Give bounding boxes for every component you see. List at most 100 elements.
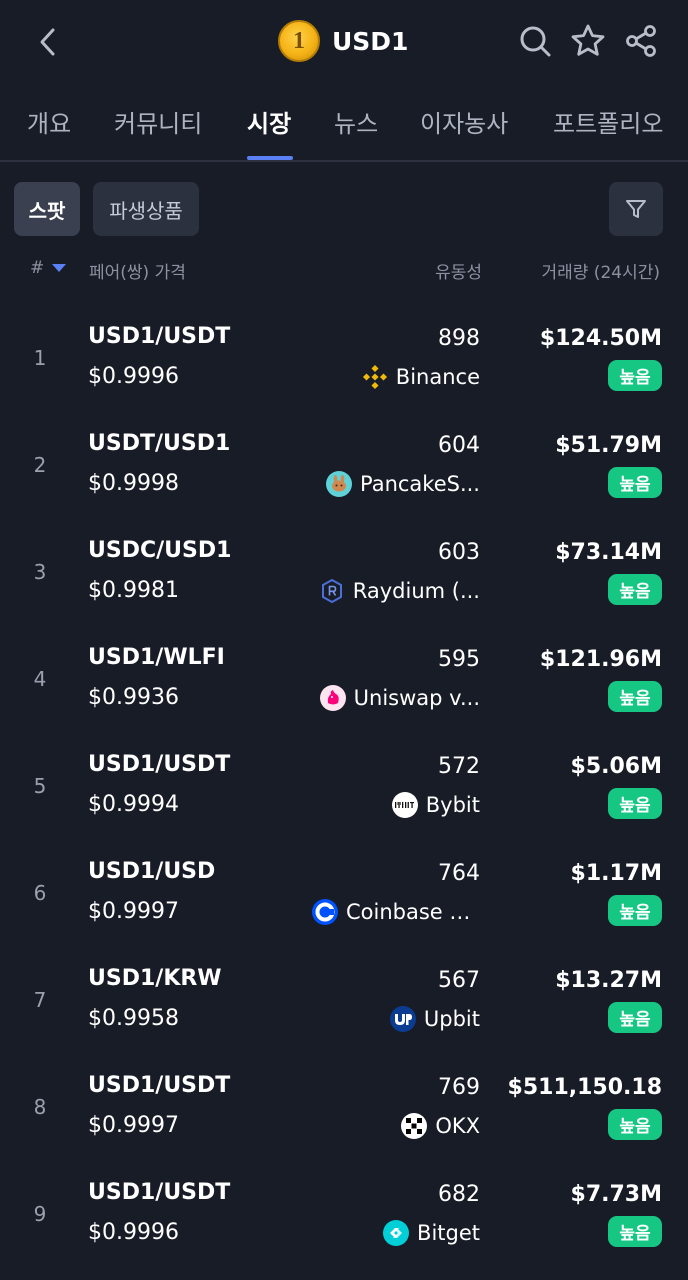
volume-column-header[interactable]: 거래량 (24시간) — [541, 258, 660, 283]
rank-column-header[interactable]: # — [30, 258, 67, 278]
row-exchange: Bitget — [383, 1218, 480, 1248]
market-row[interactable]: 6 USD1/USD $0.9997 764 Coinbase E... $1.… — [0, 841, 688, 948]
row-price: $0.9998 — [88, 471, 179, 496]
row-exchange: PancakeS... — [325, 469, 480, 499]
share-button[interactable] — [621, 20, 661, 62]
top-bar: 1 USD1 — [0, 0, 688, 84]
exchange-name: Bybit — [425, 793, 480, 817]
status-badge: 높음 — [608, 895, 662, 926]
page-title: USD1 — [332, 26, 409, 56]
derivatives-filter-chip[interactable]: 파생상품 — [93, 182, 199, 236]
status-badge: 높음 — [608, 360, 662, 391]
tab-portfolio[interactable]: 포트폴리오 — [553, 104, 663, 139]
market-row[interactable]: 4 USD1/WLFI $0.9936 595 Uniswap v... $12… — [0, 627, 688, 734]
row-exchange: Coinbase E... — [312, 897, 480, 927]
row-liquidity: 604 — [438, 433, 480, 458]
tab-markets[interactable]: 시장 — [247, 104, 291, 139]
liquidity-column-header[interactable]: 유동성 — [435, 258, 482, 283]
tab-yield-farming[interactable]: 이자농사 — [420, 104, 508, 139]
row-liquidity: 572 — [438, 754, 480, 779]
rank-header-label: # — [30, 258, 45, 278]
spot-filter-chip[interactable]: 스팟 — [14, 182, 80, 236]
row-pair: USDC/USD1 — [88, 538, 232, 563]
row-volume: $5.06M — [570, 754, 662, 779]
row-pair: USD1/USDT — [88, 324, 231, 349]
row-rank: 8 — [33, 1095, 47, 1119]
row-liquidity: 682 — [438, 1182, 480, 1207]
market-row[interactable]: 8 USD1/USDT $0.9997 769 OKX $511,150.18 … — [0, 1055, 688, 1162]
filter-button[interactable] — [609, 182, 663, 236]
status-badge: 높음 — [608, 1216, 662, 1247]
row-rank: 9 — [33, 1202, 47, 1226]
row-price: $0.9996 — [88, 364, 179, 389]
row-pair: USD1/USD — [88, 859, 216, 884]
coin-logo-symbol: 1 — [293, 27, 305, 54]
row-liquidity: 567 — [438, 968, 480, 993]
row-rank: 5 — [33, 774, 47, 798]
tab-community[interactable]: 커뮤니티 — [114, 104, 202, 139]
tab-overview[interactable]: 개요 — [27, 104, 71, 139]
bybit-icon — [391, 792, 418, 818]
row-rank: 7 — [33, 988, 47, 1012]
row-rank: 1 — [33, 346, 47, 370]
market-row[interactable]: 3 USDC/USD1 $0.9981 603 Raydium (... $73… — [0, 520, 688, 627]
row-volume: $124.50M — [539, 326, 662, 351]
tab-news[interactable]: 뉴스 — [334, 104, 378, 139]
favorite-button[interactable] — [568, 20, 608, 62]
coin-logo: 1 — [278, 20, 320, 62]
status-badge: 높음 — [608, 681, 662, 712]
binance-icon — [362, 364, 388, 390]
row-liquidity: 769 — [438, 1075, 480, 1100]
row-pair: USD1/USDT — [88, 752, 231, 777]
row-exchange: Upbit — [389, 1004, 480, 1034]
tab-bar: 개요 커뮤니티 시장 뉴스 이자농사 포트폴리오 — [0, 90, 688, 162]
uniswap-icon — [319, 685, 346, 711]
status-badge: 높음 — [608, 1109, 662, 1140]
back-button[interactable] — [28, 22, 68, 62]
row-exchange: Raydium (... — [319, 576, 480, 606]
row-exchange: Binance — [362, 362, 480, 392]
exchange-name: OKX — [435, 1114, 480, 1138]
row-liquidity: 595 — [438, 647, 480, 672]
row-rank: 4 — [33, 667, 47, 691]
row-exchange: Bybit — [391, 790, 480, 820]
search-button[interactable] — [515, 20, 555, 62]
market-row[interactable]: 9 USD1/USDT $0.9996 682 Bitget $7.73M 높음 — [0, 1162, 688, 1269]
row-exchange: OKX — [401, 1111, 480, 1141]
row-price: $0.9936 — [88, 685, 179, 710]
row-pair: USD1/WLFI — [88, 645, 225, 670]
status-badge: 높음 — [608, 574, 662, 605]
back-icon — [40, 28, 55, 56]
share-icon — [626, 25, 656, 57]
sort-descending-icon — [52, 264, 67, 272]
status-badge: 높음 — [608, 467, 662, 498]
exchange-name: PancakeS... — [359, 472, 480, 496]
market-row[interactable]: 7 USD1/KRW $0.9958 567 Upbit $13.27M 높음 — [0, 948, 688, 1055]
row-volume: $13.27M — [555, 968, 662, 993]
row-price: $0.9997 — [88, 1113, 179, 1138]
market-row[interactable]: 2 USDT/USD1 $0.9998 604 PancakeS... $51.… — [0, 413, 688, 520]
exchange-name: Raydium (... — [352, 579, 480, 603]
row-pair: USD1/USDT — [88, 1180, 231, 1205]
coin-title: 1 USD1 — [278, 20, 408, 62]
exchange-name: Coinbase E... — [346, 900, 480, 924]
market-row[interactable]: 1 USD1/USDT $0.9996 898 Binance $124.50M… — [0, 306, 688, 413]
exchange-name: Upbit — [423, 1007, 480, 1031]
upbit-icon — [389, 1006, 416, 1032]
row-price: $0.9958 — [88, 1006, 179, 1031]
row-rank: 6 — [33, 881, 47, 905]
bitget-icon — [383, 1220, 410, 1246]
row-rank: 3 — [33, 560, 47, 584]
row-liquidity: 764 — [438, 861, 480, 886]
row-pair: USDT/USD1 — [88, 431, 231, 456]
pancakeswap-icon — [325, 471, 352, 497]
row-volume: $1.17M — [570, 861, 662, 886]
row-price: $0.9997 — [88, 899, 179, 924]
row-pair: USD1/USDT — [88, 1073, 231, 1098]
star-icon — [571, 24, 605, 56]
exchange-name: Bitget — [417, 1221, 480, 1245]
market-row[interactable]: 5 USD1/USDT $0.9994 572 Bybit $5.06M 높음 — [0, 734, 688, 841]
row-price: $0.9996 — [88, 1220, 179, 1245]
okx-icon — [401, 1113, 428, 1139]
raydium-icon — [319, 578, 345, 604]
